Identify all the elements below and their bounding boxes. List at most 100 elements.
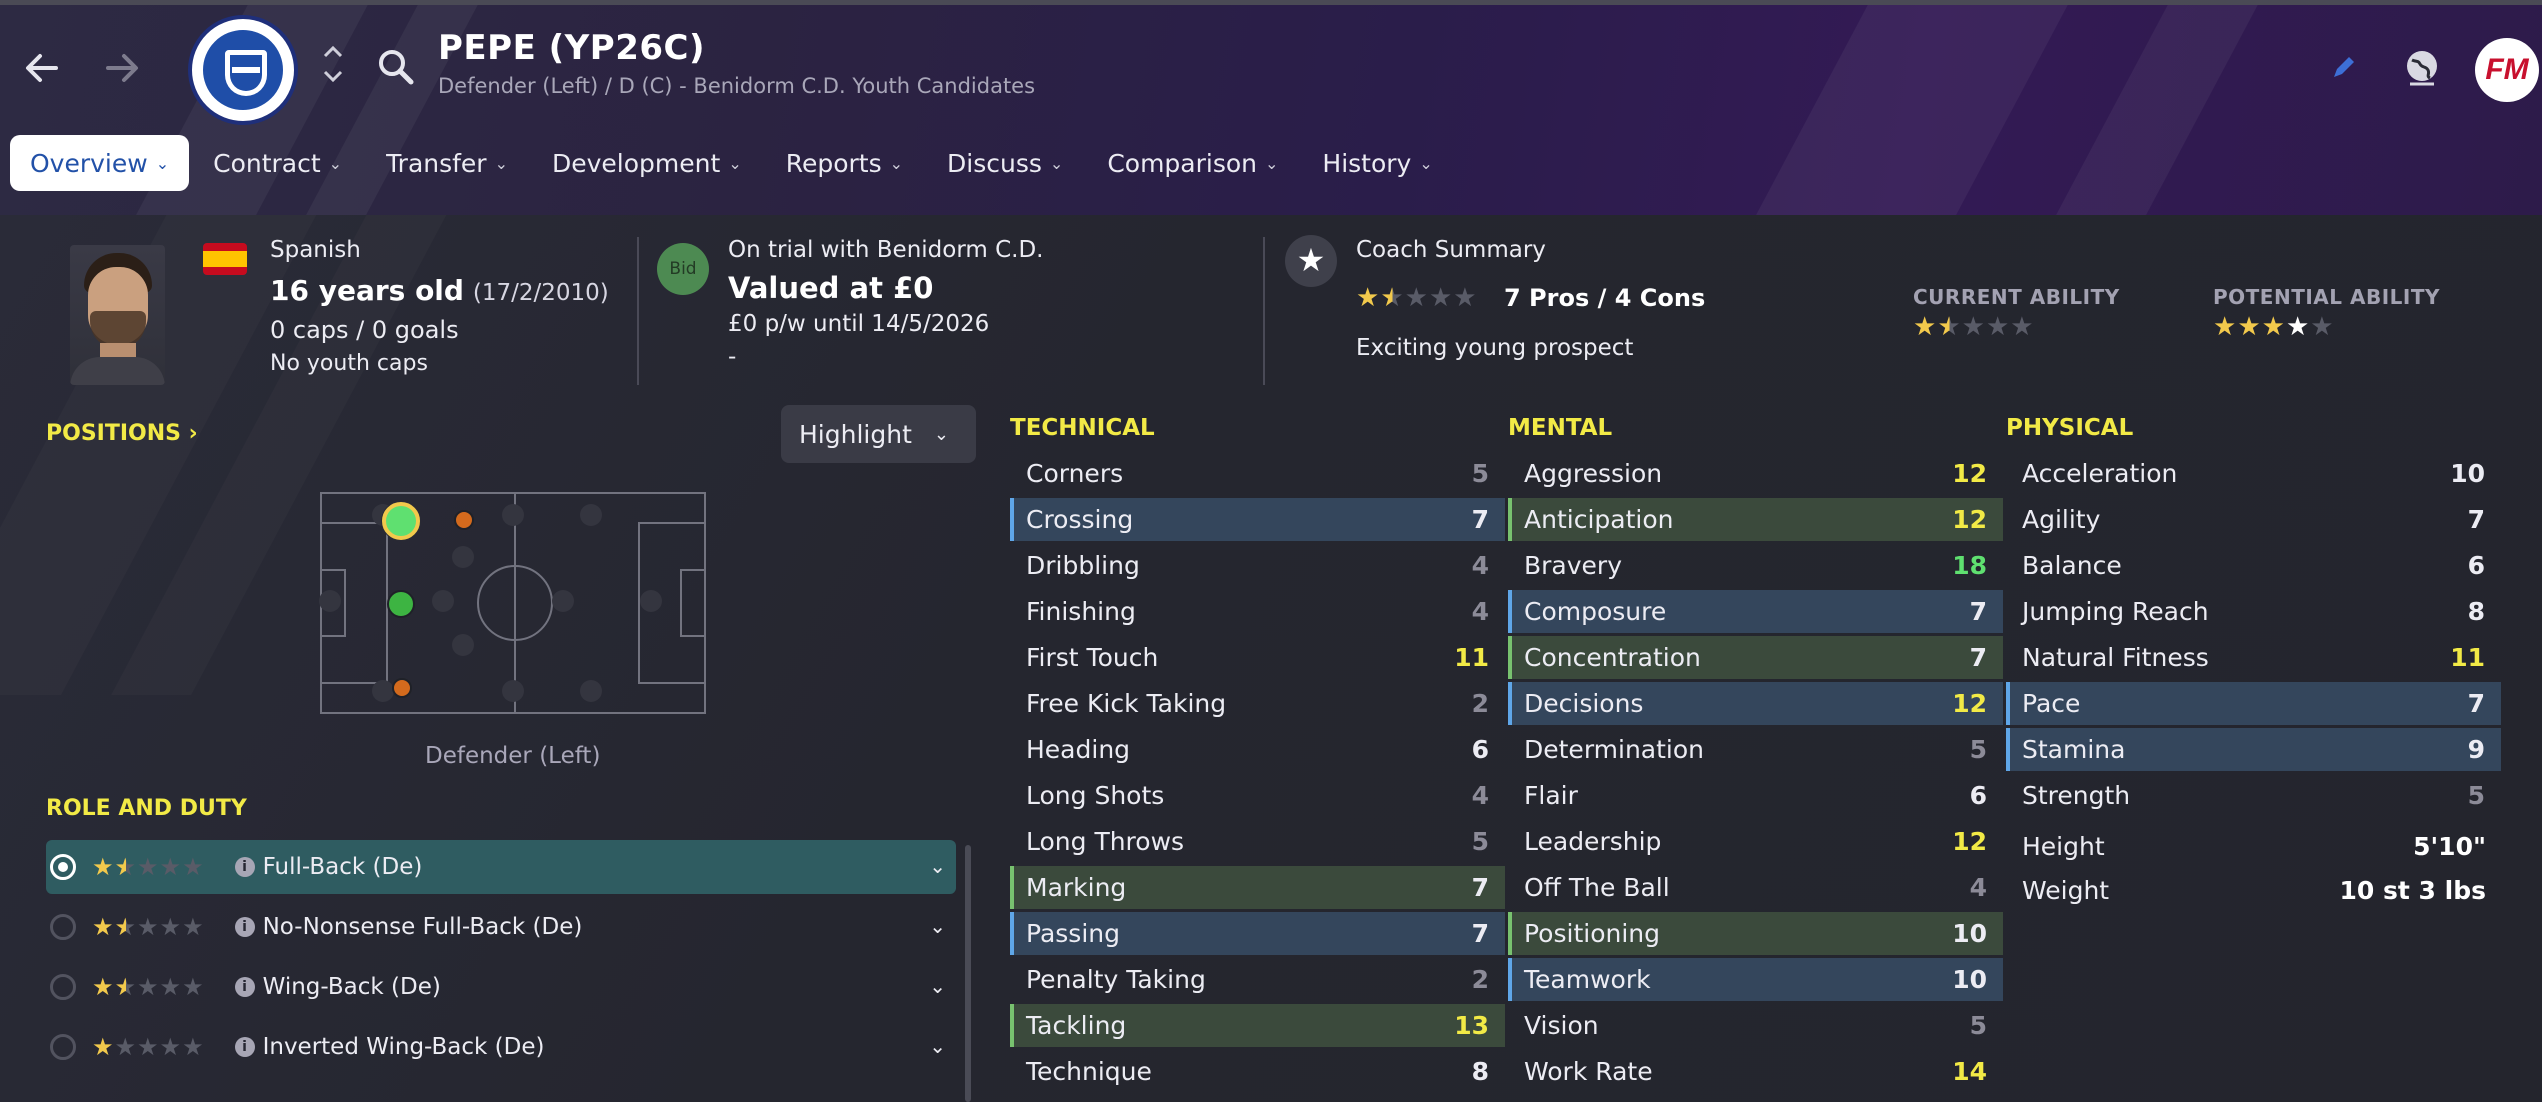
attribute-row[interactable]: Long Throws 5: [1010, 820, 1505, 863]
info-icon[interactable]: i: [234, 1037, 255, 1057]
attribute-row[interactable]: Teamwork 10: [1508, 958, 2003, 1001]
attribute-row[interactable]: Work Rate 14: [1508, 1050, 2003, 1093]
search-icon[interactable]: [375, 46, 417, 88]
attribute-row[interactable]: Crossing 7: [1010, 498, 1505, 541]
role-row[interactable]: ★★★★★ i Full-Back (De) ⌄: [46, 840, 956, 894]
attribute-row[interactable]: Pace 7: [2006, 682, 2501, 725]
tab-contract[interactable]: Contract ⌄: [193, 135, 362, 191]
tab-development[interactable]: Development ⌄: [532, 135, 762, 191]
tab-reports[interactable]: Reports ⌄: [766, 135, 923, 191]
attribute-value: 8: [1471, 1057, 1489, 1086]
attribute-row[interactable]: Jumping Reach 8: [2006, 590, 2501, 633]
attribute-row[interactable]: Vision 5: [1508, 1004, 2003, 1047]
info-icon[interactable]: i: [234, 917, 255, 937]
attribute-row[interactable]: Leadership 12: [1508, 820, 2003, 863]
scrollbar[interactable]: [965, 845, 971, 1102]
bid-icon[interactable]: Bid: [657, 243, 709, 295]
coach-summary-title[interactable]: Coach Summary: [1356, 237, 1546, 263]
attribute-row[interactable]: Aggression 12: [1508, 452, 2003, 495]
attribute-row[interactable]: Decisions 12: [1508, 682, 2003, 725]
forward-button[interactable]: [92, 38, 152, 98]
attribute-row[interactable]: Agility 7: [2006, 498, 2501, 541]
position-dot[interactable]: [452, 634, 474, 656]
attribute-value: 10: [2450, 459, 2485, 488]
attribute-row[interactable]: Penalty Taking 2: [1010, 958, 1505, 1001]
chevron-down-icon[interactable]: ⌄: [929, 914, 946, 938]
attribute-row[interactable]: Stamina 9: [2006, 728, 2501, 771]
attribute-row[interactable]: Anticipation 12: [1508, 498, 2003, 541]
attribute-row[interactable]: First Touch 11: [1010, 636, 1505, 679]
player-switcher[interactable]: [318, 40, 348, 100]
position-marker[interactable]: [392, 678, 412, 698]
spain-flag-icon[interactable]: [203, 243, 247, 275]
chevron-up-icon[interactable]: [318, 40, 348, 66]
club-badge-logo[interactable]: [188, 15, 298, 125]
attribute-row[interactable]: Flair 6: [1508, 774, 2003, 817]
info-icon[interactable]: i: [234, 977, 255, 997]
position-dot[interactable]: [432, 590, 454, 612]
role-radio[interactable]: [50, 1034, 76, 1060]
positions-title[interactable]: POSITIONS ›: [46, 421, 198, 446]
position-dot[interactable]: [640, 590, 662, 612]
tab-transfer[interactable]: Transfer ⌄: [366, 135, 528, 191]
attribute-value: 13: [1454, 1011, 1489, 1040]
role-row[interactable]: ★★★★★ i Inverted Wing-Back (De) ⌄: [46, 1020, 956, 1074]
chevron-down-icon[interactable]: ⌄: [929, 974, 946, 998]
pencil-icon[interactable]: [2330, 55, 2356, 81]
role-radio[interactable]: [50, 854, 76, 880]
position-dot[interactable]: [372, 680, 394, 702]
attribute-row[interactable]: Marking 7: [1010, 866, 1505, 909]
position-dot[interactable]: [502, 504, 524, 526]
attribute-row[interactable]: Natural Fitness 11: [2006, 636, 2501, 679]
position-dot[interactable]: [552, 590, 574, 612]
chevron-down-icon: ⌄: [1265, 153, 1279, 173]
attribute-row[interactable]: Determination 5: [1508, 728, 2003, 771]
attribute-row[interactable]: Acceleration 10: [2006, 452, 2501, 495]
attribute-row[interactable]: Concentration 7: [1508, 636, 2003, 679]
fm-logo[interactable]: FM: [2475, 38, 2539, 102]
position-marker[interactable]: [454, 510, 474, 530]
attribute-row[interactable]: Passing 7: [1010, 912, 1505, 955]
position-dot[interactable]: [452, 546, 474, 568]
position-dot[interactable]: [319, 590, 341, 612]
back-button[interactable]: [12, 38, 72, 98]
attribute-row[interactable]: Long Shots 4: [1010, 774, 1505, 817]
role-row[interactable]: ★★★★★ i Wing-Back (De) ⌄: [46, 960, 956, 1014]
chevron-down-icon[interactable]: ⌄: [929, 1034, 946, 1058]
attribute-row[interactable]: Dribbling 4: [1010, 544, 1505, 587]
info-icon[interactable]: i: [234, 857, 255, 877]
tab-overview[interactable]: Overview ⌄: [10, 135, 190, 191]
position-marker[interactable]: [387, 590, 415, 618]
attribute-row[interactable]: Off The Ball 4: [1508, 866, 2003, 909]
tab-discuss[interactable]: Discuss ⌄: [927, 135, 1083, 191]
highlight-dropdown[interactable]: Highlight ⌄: [781, 405, 976, 463]
star-icon: ★: [1285, 235, 1337, 287]
attribute-row[interactable]: Free Kick Taking 2: [1010, 682, 1505, 725]
role-radio[interactable]: [50, 914, 76, 940]
attribute-row[interactable]: Composure 7: [1508, 590, 2003, 633]
date-of-birth: (17/2/2010): [472, 280, 609, 306]
tab-comparison[interactable]: Comparison ⌄: [1087, 135, 1298, 191]
position-dot[interactable]: [580, 504, 602, 526]
attribute-row[interactable]: Positioning 10: [1508, 912, 2003, 955]
position-dot[interactable]: [502, 680, 524, 702]
attribute-row[interactable]: Balance 6: [2006, 544, 2501, 587]
natural-position-marker[interactable]: [382, 502, 420, 540]
attribute-row[interactable]: Bravery 18: [1508, 544, 2003, 587]
chevron-down-icon[interactable]: [318, 66, 348, 92]
current-ability-label: CURRENT ABILITY: [1913, 285, 2120, 309]
attribute-value: 2: [1471, 689, 1489, 718]
chevron-down-icon[interactable]: ⌄: [929, 854, 946, 878]
role-row[interactable]: ★★★★★ i No-Nonsense Full-Back (De) ⌄: [46, 900, 956, 954]
attribute-row[interactable]: Technique 8: [1010, 1050, 1505, 1093]
attribute-row[interactable]: Finishing 4: [1010, 590, 1505, 633]
divider: [637, 237, 639, 385]
role-radio[interactable]: [50, 974, 76, 1000]
globe-icon[interactable]: [2400, 46, 2444, 90]
attribute-row[interactable]: Strength 5: [2006, 774, 2501, 817]
tab-history[interactable]: History ⌄: [1302, 135, 1452, 191]
attribute-row[interactable]: Corners 5: [1010, 452, 1505, 495]
attribute-row[interactable]: Tackling 13: [1010, 1004, 1505, 1047]
attribute-row[interactable]: Heading 6: [1010, 728, 1505, 771]
position-dot[interactable]: [580, 680, 602, 702]
